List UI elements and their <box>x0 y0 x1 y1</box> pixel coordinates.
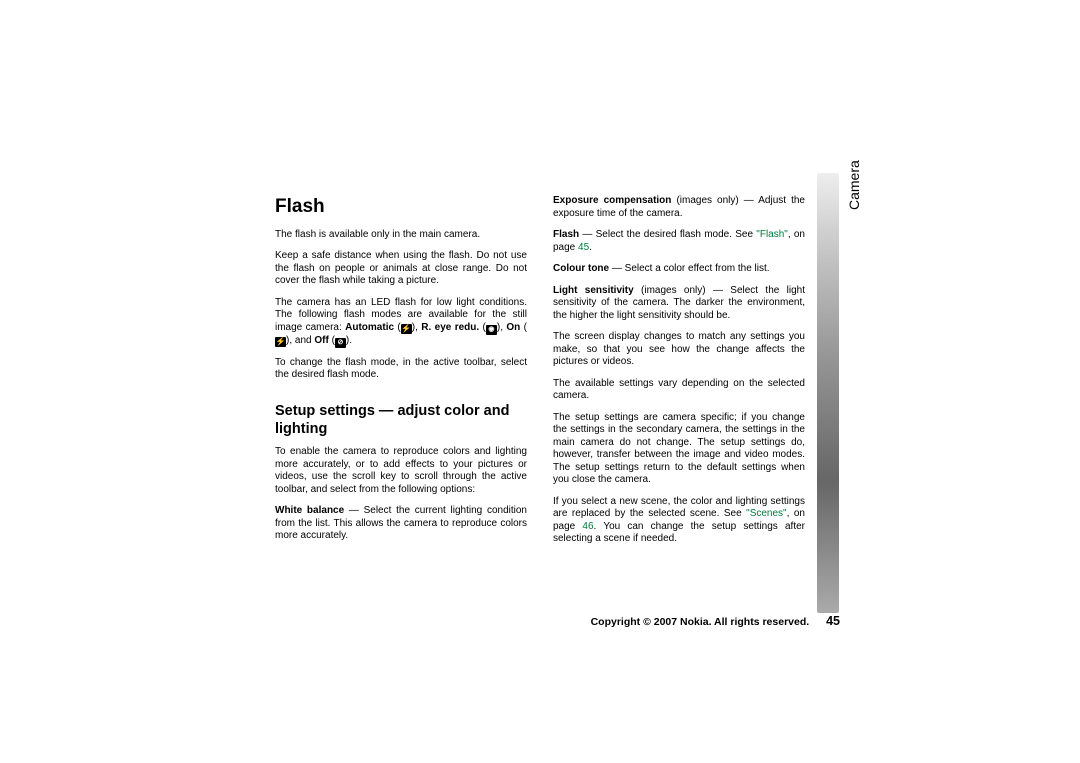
para: To enable the camera to reproduce colors… <box>275 446 527 496</box>
text: — Select a color effect from the list. <box>609 263 769 274</box>
flash-label: Flash <box>553 229 579 240</box>
para: The available settings vary depending on… <box>553 378 805 403</box>
right-column: Exposure compensation (images only) — Ad… <box>553 195 805 555</box>
copyright-text: Copyright © 2007 Nokia. All rights reser… <box>591 616 810 628</box>
para: To change the flash mode, in the active … <box>275 357 527 382</box>
link-page-45[interactable]: 45 <box>578 242 589 253</box>
para-flash-ref: Flash — Select the desired flash mode. S… <box>553 229 805 254</box>
left-column: Flash The flash is available only in the… <box>275 195 527 552</box>
mode-redeye: R. eye redu. <box>421 322 479 333</box>
flash-auto-icon <box>401 324 412 334</box>
colour-tone-label: Colour tone <box>553 263 609 274</box>
link-page-46[interactable]: 46 <box>582 521 593 532</box>
link-flash[interactable]: "Flash" <box>756 229 788 240</box>
sidebar-tab <box>817 173 839 613</box>
light-sensitivity-label: Light sensitivity <box>553 285 634 296</box>
flash-off-icon <box>335 338 346 348</box>
mode-off: Off <box>314 335 328 346</box>
footer: Copyright © 2007 Nokia. All rights reser… <box>540 614 840 628</box>
mode-on: On <box>506 322 520 333</box>
para-light-sensitivity: Light sensitivity (images only) — Select… <box>553 285 805 323</box>
sidebar-tab-label: Camera <box>846 160 862 210</box>
para: The flash is available only in the main … <box>275 229 527 242</box>
page-number: 45 <box>826 614 840 628</box>
flash-on-icon <box>275 337 286 347</box>
para-flash-modes: The camera has an LED flash for low ligh… <box>275 297 527 348</box>
para: The setup settings are camera specific; … <box>553 412 805 487</box>
heading-setup: Setup settings — adjust color and lighti… <box>275 402 527 438</box>
text: — Select the desired flash mode. See <box>579 229 756 240</box>
white-balance-label: White balance <box>275 505 344 516</box>
page-content: Flash The flash is available only in the… <box>275 195 805 555</box>
para: The screen display changes to match any … <box>553 331 805 369</box>
para-white-balance: White balance — Select the current light… <box>275 505 527 543</box>
mode-automatic: Automatic <box>345 322 394 333</box>
link-scenes[interactable]: "Scenes" <box>746 508 786 519</box>
para-exposure: Exposure compensation (images only) — Ad… <box>553 195 805 220</box>
para-colour-tone: Colour tone — Select a color effect from… <box>553 263 805 276</box>
exposure-label: Exposure compensation <box>553 195 671 206</box>
para: Keep a safe distance when using the flas… <box>275 250 527 288</box>
heading-flash: Flash <box>275 195 527 219</box>
redeye-icon <box>486 325 497 335</box>
para-scenes: If you select a new scene, the color and… <box>553 496 805 546</box>
